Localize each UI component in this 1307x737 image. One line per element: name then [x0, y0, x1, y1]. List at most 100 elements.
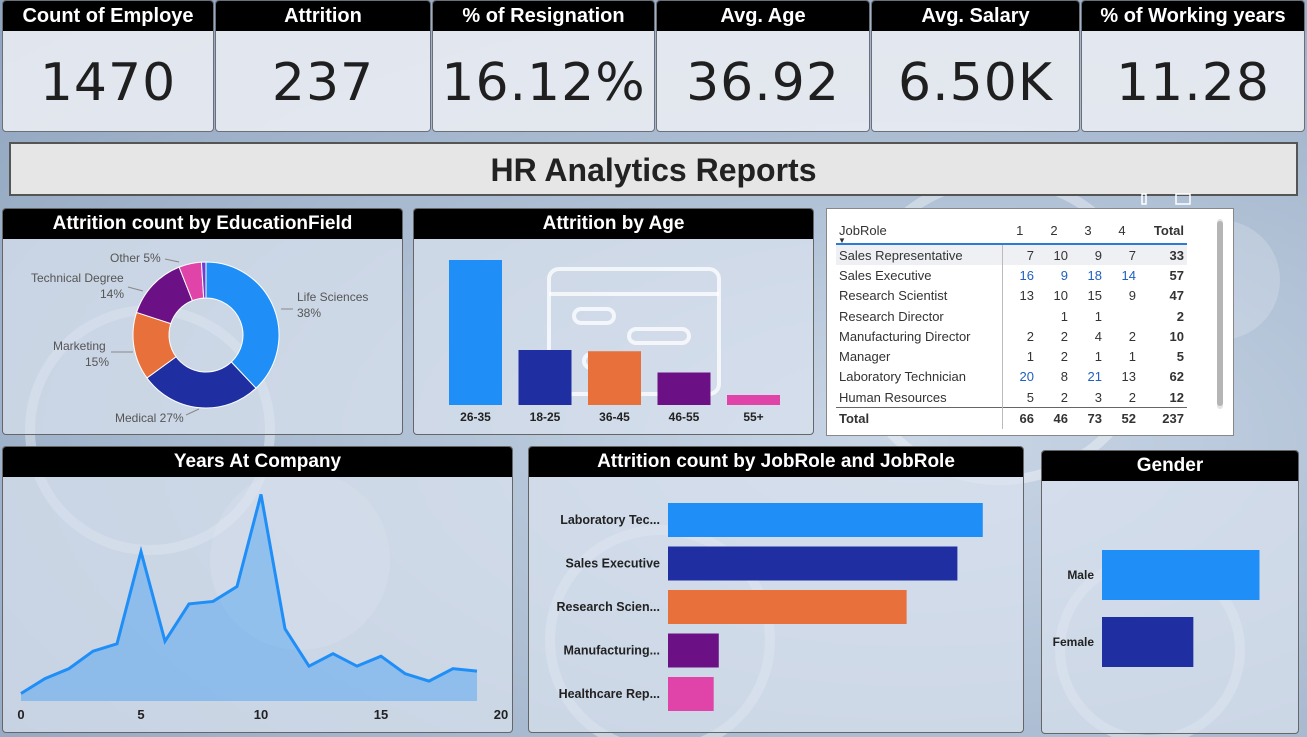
jobrole-bar[interactable] — [668, 590, 907, 624]
slice-label: 15% — [85, 355, 109, 369]
table-cell: 21 — [1087, 369, 1102, 385]
kpi-card-working-years: % of Working years 11.28 — [1081, 0, 1305, 132]
table-cell: 9 — [1060, 267, 1068, 283]
years-area-chart[interactable]: 0 5 10 15 20 — [3, 447, 513, 733]
table-row[interactable]: Research Director 1 1 2 — [836, 305, 1187, 327]
jobrole-bar[interactable] — [668, 633, 719, 668]
jobrole-matrix-table[interactable]: JobRole ▼ 1 2 3 4 Total Sales Representat… — [826, 208, 1234, 436]
gender-bar-chart[interactable]: Male Female — [1042, 451, 1299, 734]
table-cell: 10 — [1169, 328, 1184, 344]
attrition-by-jobrole-panel[interactable]: Attrition count by JobRole and JobRole L… — [528, 446, 1024, 733]
filter-icon[interactable] — [1141, 193, 1147, 205]
slice-label: 14% — [100, 287, 124, 301]
jobrole-bar-chart[interactable]: Laboratory Tec... Sales Executive Research… — [529, 447, 1024, 733]
years-at-company-panel[interactable]: Years At Company 0 5 10 15 20 — [2, 446, 513, 733]
table-cell: 2 — [1128, 328, 1136, 344]
table-row[interactable]: Manufacturing Director 2 2 4 2 10 — [836, 326, 1187, 347]
table-cell: 10 — [1037, 244, 1071, 266]
x-tick-label: 15 — [374, 707, 388, 722]
table-cell: 18 — [1087, 267, 1102, 283]
jobrole-bar[interactable] — [668, 546, 958, 581]
table-cell: 1 — [1128, 349, 1136, 365]
leader-line[interactable] — [164, 258, 180, 263]
age-bar-18-25[interactable] — [518, 350, 572, 405]
gender-bar-female[interactable] — [1102, 617, 1194, 667]
gender-bar-male[interactable] — [1102, 550, 1260, 600]
table-row[interactable]: Laboratory Technician 20 8 21 13 62 — [836, 366, 1187, 388]
kpi-label: Count of Employe — [3, 1, 213, 31]
table-row[interactable]: Human Resources 5 2 3 2 12 — [836, 387, 1187, 408]
donut-slice-life-sciences[interactable] — [205, 261, 280, 389]
x-tick-label: 55+ — [743, 410, 763, 424]
kpi-label: % of Resignation — [433, 1, 654, 31]
table-cell: 33 — [1139, 244, 1187, 266]
table-row[interactable]: Manager 1 2 1 1 5 — [836, 346, 1187, 367]
row-label: Manufacturing Director — [836, 326, 1003, 347]
table-cell: 16 — [1019, 267, 1034, 283]
age-bar-55+[interactable] — [727, 395, 780, 405]
table-row[interactable]: Research Scientist 13 10 15 9 47 — [836, 285, 1187, 306]
table-cell — [1105, 306, 1139, 326]
kpi-label: % of Working years — [1082, 1, 1304, 31]
total-cell: 73 — [1071, 407, 1105, 429]
sort-descending-icon[interactable]: ▼ — [838, 236, 846, 245]
slice-label: Marketing — [53, 339, 106, 353]
gender-panel[interactable]: Gender Male Female — [1041, 450, 1299, 734]
attrition-by-age-panel[interactable]: Attrition by Age 26-35 18-25 36-45 46-55 55+ — [413, 208, 814, 435]
age-bar-26-35[interactable] — [449, 260, 502, 405]
x-tick-label: 46-55 — [669, 410, 700, 424]
y-category-label: Research Scien... — [556, 600, 660, 614]
y-category-label: Female — [1053, 635, 1095, 649]
kpi-label: Attrition — [216, 1, 430, 31]
leader-line[interactable] — [185, 408, 200, 416]
table-cell: 1 — [1026, 349, 1034, 365]
row-label: Laboratory Technician — [836, 366, 1003, 388]
table-cell: 12 — [1169, 389, 1184, 405]
column-header[interactable]: 3 — [1071, 217, 1105, 245]
table-row[interactable]: Sales Executive 16 9 18 14 57 — [836, 265, 1187, 286]
column-header-total[interactable]: Total — [1139, 217, 1187, 245]
kpi-value: 1470 — [39, 53, 177, 113]
kpi-label: Avg. Age — [657, 1, 869, 31]
age-bar-46-55[interactable] — [657, 372, 711, 406]
table-cell: 20 — [1019, 369, 1034, 385]
education-field-panel[interactable]: Attrition count by EducationField Life S… — [2, 208, 403, 435]
education-donut-chart[interactable]: Life Sciences 38% Medical 27% Marketing 15% T… — [3, 209, 403, 435]
total-cell: 46 — [1037, 407, 1071, 429]
table-cell: 5 — [1176, 349, 1184, 365]
total-label: Total — [836, 407, 1003, 429]
table-cell: 2 — [1176, 308, 1184, 324]
table-cell: 5 — [1026, 389, 1034, 405]
row-label: Research Director — [836, 305, 1003, 327]
row-label: Sales Representative — [836, 244, 1003, 266]
table-cell: 47 — [1169, 288, 1184, 304]
table-row[interactable]: Sales Representative 7 10 9 7 33 — [836, 244, 1187, 266]
column-header[interactable]: 2 — [1037, 217, 1071, 245]
table-cell: 13 — [1019, 288, 1034, 304]
table-cell: 8 — [1060, 369, 1068, 385]
age-bar-chart[interactable]: 26-35 18-25 36-45 46-55 55+ — [414, 209, 814, 435]
table-cell: 7 — [1002, 244, 1037, 266]
kpi-card-avg-age: Avg. Age 36.92 — [656, 0, 870, 132]
kpi-card-employee-count: Count of Employe 1470 — [2, 0, 214, 132]
column-header-jobrole[interactable]: JobRole ▼ — [836, 217, 1003, 245]
age-bar-36-45[interactable] — [588, 351, 641, 405]
focus-mode-icon[interactable] — [1175, 193, 1191, 205]
scrollbar-thumb[interactable] — [1217, 221, 1223, 406]
jobrole-bar[interactable] — [668, 677, 714, 711]
slice-label: Technical Degree — [31, 271, 124, 285]
table-cell: 15 — [1087, 288, 1102, 304]
table-cell: 2 — [1060, 328, 1068, 344]
table-cell: 1 — [1060, 308, 1068, 324]
column-header[interactable]: 4 — [1105, 217, 1139, 245]
jobrole-bar[interactable] — [668, 503, 983, 537]
table-cell: 1 — [1094, 349, 1102, 365]
column-header[interactable]: 1 — [1002, 217, 1037, 245]
row-label: Manager — [836, 346, 1003, 367]
visual-header-icons[interactable] — [1134, 192, 1194, 206]
slice-label: Life Sciences — [297, 290, 368, 304]
table-cell: 2 — [1060, 389, 1068, 405]
x-tick-label: 36-45 — [599, 410, 630, 424]
leader-line[interactable] — [127, 286, 144, 292]
years-area-fill[interactable] — [21, 494, 477, 701]
